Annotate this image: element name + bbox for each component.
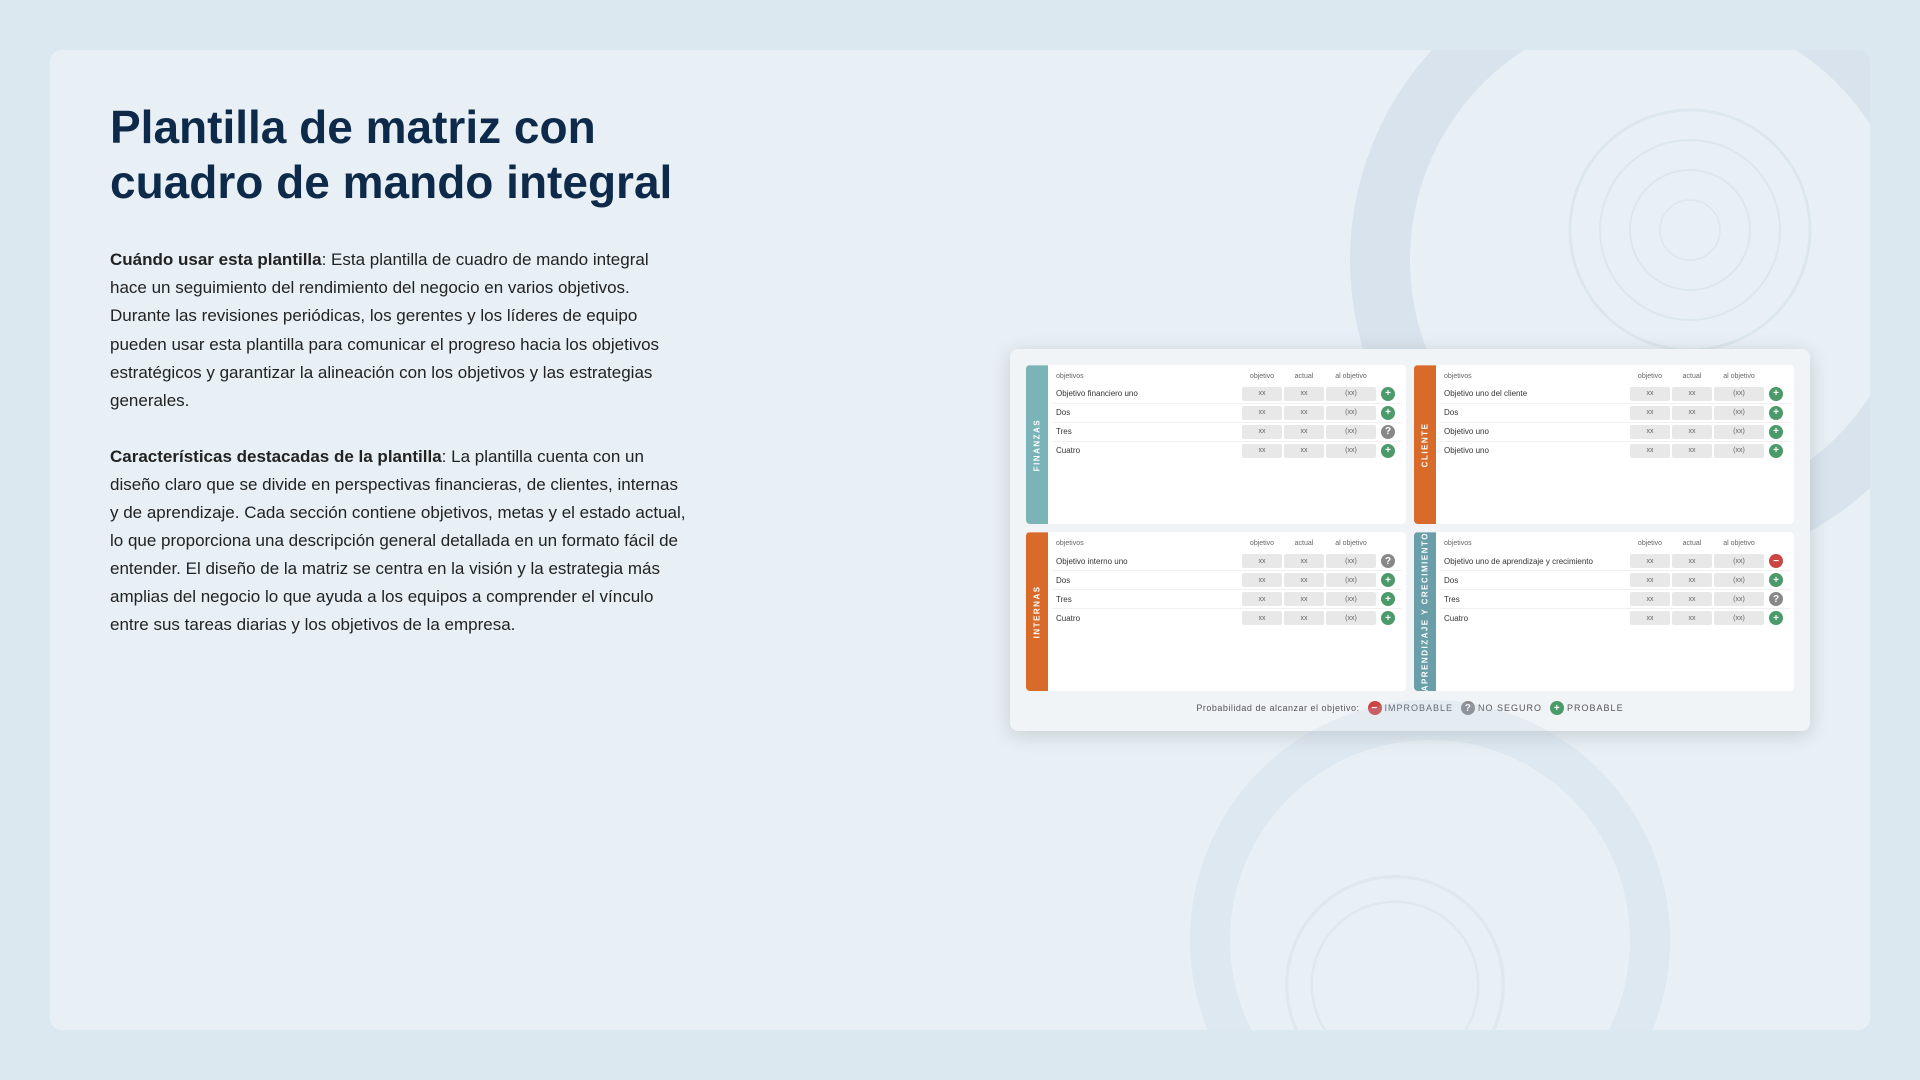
legend-label-plus: PROBABLE [1567, 703, 1624, 713]
page-title: Plantilla de matriz con cuadro de mando … [110, 100, 690, 210]
table-row: Tresxxxx(xx)+ [1052, 590, 1402, 609]
plus-button[interactable]: + [1769, 406, 1783, 420]
plus-button[interactable]: + [1769, 444, 1783, 458]
quadrant-content-finanzas: objetivosobjetivoactualal objetivoObjeti… [1048, 365, 1406, 524]
legend-item-q: ?NO SEGURO [1461, 701, 1542, 715]
table-row: Dosxxxx(xx)+ [1052, 571, 1402, 590]
plus-button[interactable]: + [1381, 592, 1395, 606]
description-1: Cuándo usar esta plantilla: Esta plantil… [110, 246, 690, 414]
quadrant-finanzas: FINANZASobjetivosobjetivoactualal objeti… [1026, 365, 1406, 524]
table-row: Cuatroxxxx(xx)+ [1052, 442, 1402, 460]
legend-label-q: NO SEGURO [1478, 703, 1542, 713]
table-row: Objetivo unoxxxx(xx)+ [1440, 423, 1790, 442]
slide: Plantilla de matriz con cuadro de mando … [50, 50, 1870, 1030]
plus-button[interactable]: + [1381, 444, 1395, 458]
legend-prefix: Probabilidad de alcanzar el objetivo: [1196, 703, 1359, 713]
table-row: Tresxxxx(xx)? [1052, 423, 1402, 442]
description-block-1: Cuándo usar esta plantilla: Esta plantil… [110, 246, 690, 414]
uncertain-button[interactable]: ? [1381, 425, 1395, 439]
plus-button[interactable]: + [1769, 573, 1783, 587]
table-row: Cuatroxxxx(xx)+ [1440, 609, 1790, 627]
minus-button[interactable]: − [1769, 554, 1783, 568]
plus-button[interactable]: + [1769, 387, 1783, 401]
table-row: Tresxxxx(xx)? [1440, 590, 1790, 609]
right-column: FINANZASobjetivosobjetivoactualal objeti… [750, 100, 1810, 980]
matrix-container: FINANZASobjetivosobjetivoactualal objeti… [1010, 349, 1810, 732]
table-row: Objetivo uno del clientexxxx(xx)+ [1440, 385, 1790, 404]
table-row: Objetivo interno unoxxxx(xx)? [1052, 552, 1402, 571]
legend-item-plus: +PROBABLE [1550, 701, 1624, 715]
quadrant-label-internas: INTERNAS [1026, 532, 1048, 691]
description-2: Características destacadas de la plantil… [110, 443, 690, 639]
matrix-grid: FINANZASobjetivosobjetivoactualal objeti… [1026, 365, 1794, 692]
uncertain-button[interactable]: ? [1381, 554, 1395, 568]
quadrant-content-cliente: objetivosobjetivoactualal objetivoObjeti… [1436, 365, 1794, 524]
plus-button[interactable]: + [1381, 387, 1395, 401]
quadrant-label-aprendizaje: APRENDIZAJE Y CRECIMIENTO [1414, 532, 1436, 691]
table-row: Dosxxxx(xx)+ [1440, 404, 1790, 423]
table-row: Objetivo uno de aprendizaje y crecimient… [1440, 552, 1790, 571]
quadrant-cliente: CLIENTEobjetivosobjetivoactualal objetiv… [1414, 365, 1794, 524]
table-row: Dosxxxx(xx)+ [1440, 571, 1790, 590]
quadrant-aprendizaje: APRENDIZAJE Y CRECIMIENTOobjetivosobjeti… [1414, 532, 1794, 691]
table-row: Objetivo financiero unoxxxx(xx)+ [1052, 385, 1402, 404]
description-1-label: Cuándo usar esta plantilla [110, 250, 322, 269]
plus-button[interactable]: + [1381, 611, 1395, 625]
legend-label-minus: IMPROBABLE [1385, 703, 1454, 713]
legend-item-minus: −IMPROBABLE [1368, 701, 1454, 715]
uncertain-button[interactable]: ? [1769, 592, 1783, 606]
legend: Probabilidad de alcanzar el objetivo: −IM… [1026, 701, 1794, 715]
table-row: Objetivo unoxxxx(xx)+ [1440, 442, 1790, 460]
table-row: Cuatroxxxx(xx)+ [1052, 609, 1402, 627]
quadrant-label-cliente: CLIENTE [1414, 365, 1436, 524]
plus-button[interactable]: + [1381, 406, 1395, 420]
quadrant-label-finanzas: FINANZAS [1026, 365, 1048, 524]
quadrant-content-internas: objetivosobjetivoactualal objetivoObjeti… [1048, 532, 1406, 691]
table-row: Dosxxxx(xx)+ [1052, 404, 1402, 423]
plus-button[interactable]: + [1769, 425, 1783, 439]
quadrant-content-aprendizaje: objetivosobjetivoactualal objetivoObjeti… [1436, 532, 1794, 691]
plus-button[interactable]: + [1381, 573, 1395, 587]
description-block-2: Características destacadas de la plantil… [110, 443, 690, 639]
plus-button[interactable]: + [1769, 611, 1783, 625]
description-2-label: Características destacadas de la plantil… [110, 447, 442, 466]
quadrant-internas: INTERNASobjetivosobjetivoactualal objeti… [1026, 532, 1406, 691]
left-column: Plantilla de matriz con cuadro de mando … [110, 100, 690, 980]
